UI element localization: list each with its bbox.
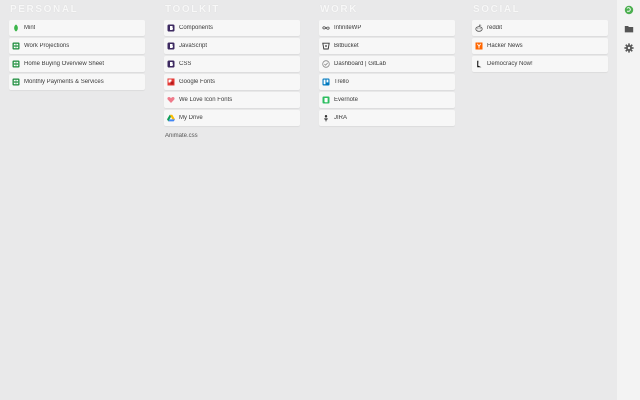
extension-logo-icon	[624, 5, 634, 15]
bookmark-tile[interactable]: Animate.css	[164, 128, 300, 144]
column-toolkit: Toolkit Components JavaScript CSS Google…	[164, 2, 300, 146]
bootstrap-icon	[167, 42, 175, 50]
bookmark-tile[interactable]: My Drive	[164, 110, 300, 126]
bookmark-label: My Drive	[179, 115, 203, 121]
bookmark-label: Hacker News	[487, 43, 523, 49]
column-social: Social reddit Hacker News Democracy Now!	[472, 2, 608, 74]
drive-icon	[167, 114, 175, 122]
column-heading: Toolkit	[165, 4, 220, 15]
column-heading: Social	[473, 4, 521, 15]
bookmark-tile[interactable]: Monthly Payments & Services	[9, 74, 145, 90]
bookmark-label: InfiniteWP	[334, 25, 362, 31]
bookmark-tile[interactable]: reddit	[472, 20, 608, 36]
mint-icon	[12, 24, 20, 32]
evernote-icon	[322, 96, 330, 104]
bookmark-label: Animate.css	[165, 133, 198, 139]
bookmark-label: We Love Icon Fonts	[179, 97, 233, 103]
trello-icon	[322, 78, 330, 86]
bookmark-label: Dashboard | GitLab	[334, 61, 386, 67]
bookmark-label: JIRA	[334, 115, 348, 121]
bookmark-label: Google Fonts	[179, 79, 216, 85]
sheets-icon	[12, 78, 20, 86]
reddit-icon	[475, 24, 483, 32]
bookmark-label: Home Buying Overview Sheet	[24, 61, 105, 67]
bookmark-tile[interactable]: Evernote	[319, 92, 455, 108]
extension-logo-button[interactable]	[624, 5, 634, 15]
bookmark-label: Work Projections	[24, 43, 70, 49]
bookmark-tile[interactable]: Bitbucket	[319, 38, 455, 54]
bookmark-tile[interactable]: JavaScript	[164, 38, 300, 54]
column-heading: Personal	[10, 4, 79, 15]
bookmark-label: JavaScript	[179, 43, 208, 49]
bookmark-tile[interactable]: Google Fonts	[164, 74, 300, 90]
side-rail	[617, 0, 640, 400]
bookmark-tile[interactable]: Dashboard | GitLab	[319, 56, 455, 72]
bookmark-tile[interactable]: InfiniteWP	[319, 20, 455, 36]
bookmark-tile[interactable]: Democracy Now!	[472, 56, 608, 72]
bookmarks-dashboard: Personal Mint Work Projections Home Buyi…	[0, 0, 640, 400]
bookmark-tile[interactable]: JIRA	[319, 110, 455, 126]
bookmark-tile[interactable]: Components	[164, 20, 300, 36]
folder-icon	[624, 26, 634, 33]
bookmark-label: reddit	[487, 25, 503, 31]
column-heading: Work	[320, 4, 359, 15]
column-personal: Personal Mint Work Projections Home Buyi…	[9, 2, 145, 92]
hacker-news-icon	[475, 42, 483, 50]
bookmark-tile[interactable]: Hacker News	[472, 38, 608, 54]
democracy-now-icon	[475, 60, 483, 68]
bookmark-label: Mint	[24, 25, 36, 31]
bookmark-label: Bitbucket	[334, 43, 359, 49]
bootstrap-icon	[167, 24, 175, 32]
bookmark-label: Monthly Payments & Services	[24, 79, 104, 85]
bookmark-tile[interactable]: Work Projections	[9, 38, 145, 54]
bookmark-tile[interactable]: We Love Icon Fonts	[164, 92, 300, 108]
bookmark-tile[interactable]: Mint	[9, 20, 145, 36]
bookmark-label: Components	[179, 25, 214, 31]
gitlab-icon	[322, 60, 330, 68]
bitbucket-icon	[322, 42, 330, 50]
bookmark-tile[interactable]: CSS	[164, 56, 300, 72]
sheets-icon	[12, 60, 20, 68]
bootstrap-icon	[167, 60, 175, 68]
google-fonts-icon	[167, 78, 175, 86]
bookmark-label: Democracy Now!	[487, 61, 533, 67]
bookmark-columns: Personal Mint Work Projections Home Buyi…	[9, 2, 609, 398]
bookmark-tile[interactable]: Home Buying Overview Sheet	[9, 56, 145, 72]
sheets-icon	[12, 42, 20, 50]
column-work: Work InfiniteWP Bitbucket Dashboard | Gi…	[319, 2, 455, 128]
bookmark-label: Trello	[334, 79, 349, 85]
infinity-icon	[322, 24, 330, 32]
folder-button[interactable]	[624, 24, 634, 34]
heart-icon	[167, 96, 175, 104]
bookmark-label: Evernote	[334, 97, 359, 103]
gear-icon	[624, 43, 634, 53]
settings-button[interactable]	[624, 43, 634, 53]
bookmark-tile[interactable]: Trello	[319, 74, 455, 90]
bookmark-label: CSS	[179, 61, 192, 67]
jira-icon	[322, 114, 330, 122]
